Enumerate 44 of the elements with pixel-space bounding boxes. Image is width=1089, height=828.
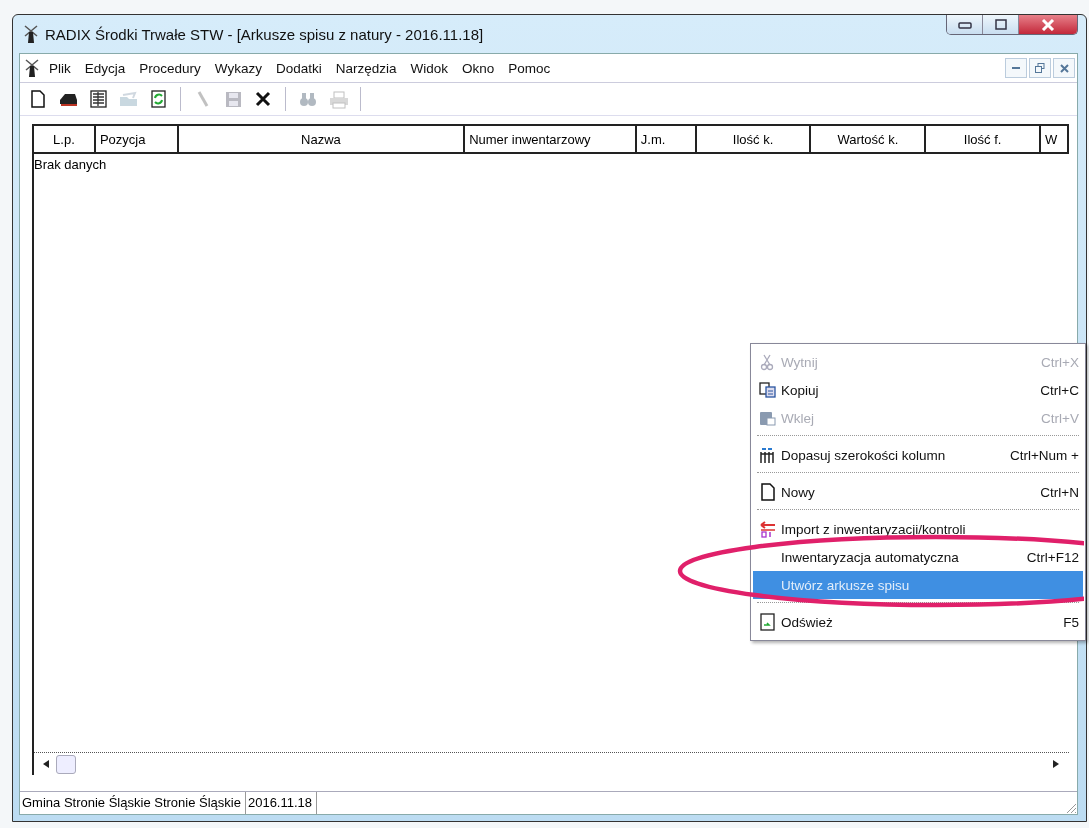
status-text: Gmina Stronie Śląskie Stronie Śląskie xyxy=(20,792,246,814)
menu-item[interactable]: Plik xyxy=(42,57,78,79)
menu-item-label: Dopasuj szerokości kolumn xyxy=(781,447,947,463)
menu-item-label: Wklej xyxy=(781,410,815,426)
menu-item[interactable]: Procedury xyxy=(132,57,208,79)
shortcut-label: Ctrl+X xyxy=(1041,354,1079,370)
shortcut-label: Ctrl+Num + xyxy=(1009,447,1079,463)
status-text: 2016.11.18 xyxy=(245,792,318,814)
menu-item[interactable]: Odśwież F5 xyxy=(753,608,1083,636)
menu-item[interactable]: Wykazy xyxy=(207,57,269,79)
menu-item-label: Import z inwentaryzacji/kontroli xyxy=(781,521,967,537)
shortcut-label: Ctrl+V xyxy=(1041,410,1079,426)
menu-item-label: Utwórz arkusze spisu xyxy=(781,577,911,593)
column-header[interactable]: L.p. xyxy=(34,126,96,152)
column-header[interactable]: Ilość f. xyxy=(926,126,1042,152)
menu-item-label: Odśwież xyxy=(781,614,834,630)
menu-item[interactable]: Okno xyxy=(455,57,502,79)
column-header[interactable]: Wartość k. xyxy=(811,126,927,152)
column-header[interactable]: Numer inwentarzowy xyxy=(465,126,637,152)
menu-item[interactable]: Narzędzia xyxy=(328,57,404,79)
shortcut-label: F5 xyxy=(1063,614,1079,630)
column-header[interactable]: Ilość k. xyxy=(696,126,812,152)
column-header[interactable]: Nazwa xyxy=(178,126,466,152)
menu-item[interactable]: Edycja xyxy=(77,57,133,79)
shortcut-label: Ctrl+N xyxy=(1040,484,1079,500)
column-header[interactable]: J.m. xyxy=(636,126,697,152)
menu-item[interactable]: Widok xyxy=(403,57,456,79)
menu-item-label: Wytnij xyxy=(781,354,819,370)
column-header[interactable]: Pozycja xyxy=(95,126,179,152)
window-title: RADIX Środki Trwałe STW - [Arkusze spisu z natury - 2016.11.18] xyxy=(45,25,484,43)
menu-item-label: Kopiuj xyxy=(781,382,820,398)
menu-item[interactable]: Import z inwentaryzacji/kontroli xyxy=(753,515,1083,543)
empty-message: Brak danych xyxy=(34,156,107,172)
shortcut-label: Ctrl+F12 xyxy=(1026,549,1079,565)
menu-item-label: Nowy xyxy=(781,484,816,500)
column-header[interactable]: W xyxy=(1041,126,1069,152)
menu-item[interactable]: Pomoc xyxy=(501,57,558,79)
menu-item[interactable]: Dodatki xyxy=(268,57,329,79)
menu-item-label: Inwentaryzacja automatyczna xyxy=(781,549,960,565)
menu-item[interactable]: Kopiuj Ctrl+C xyxy=(753,376,1083,404)
shortcut-label: Ctrl+C xyxy=(1040,382,1079,398)
menu-item[interactable]: Dopasuj szerokości kolumn Ctrl+Num + xyxy=(753,441,1083,469)
menu-item[interactable]: Inwentaryzacja automatyczna Ctrl+F12 xyxy=(753,543,1083,571)
menu-item[interactable]: Nowy Ctrl+N xyxy=(753,478,1083,506)
